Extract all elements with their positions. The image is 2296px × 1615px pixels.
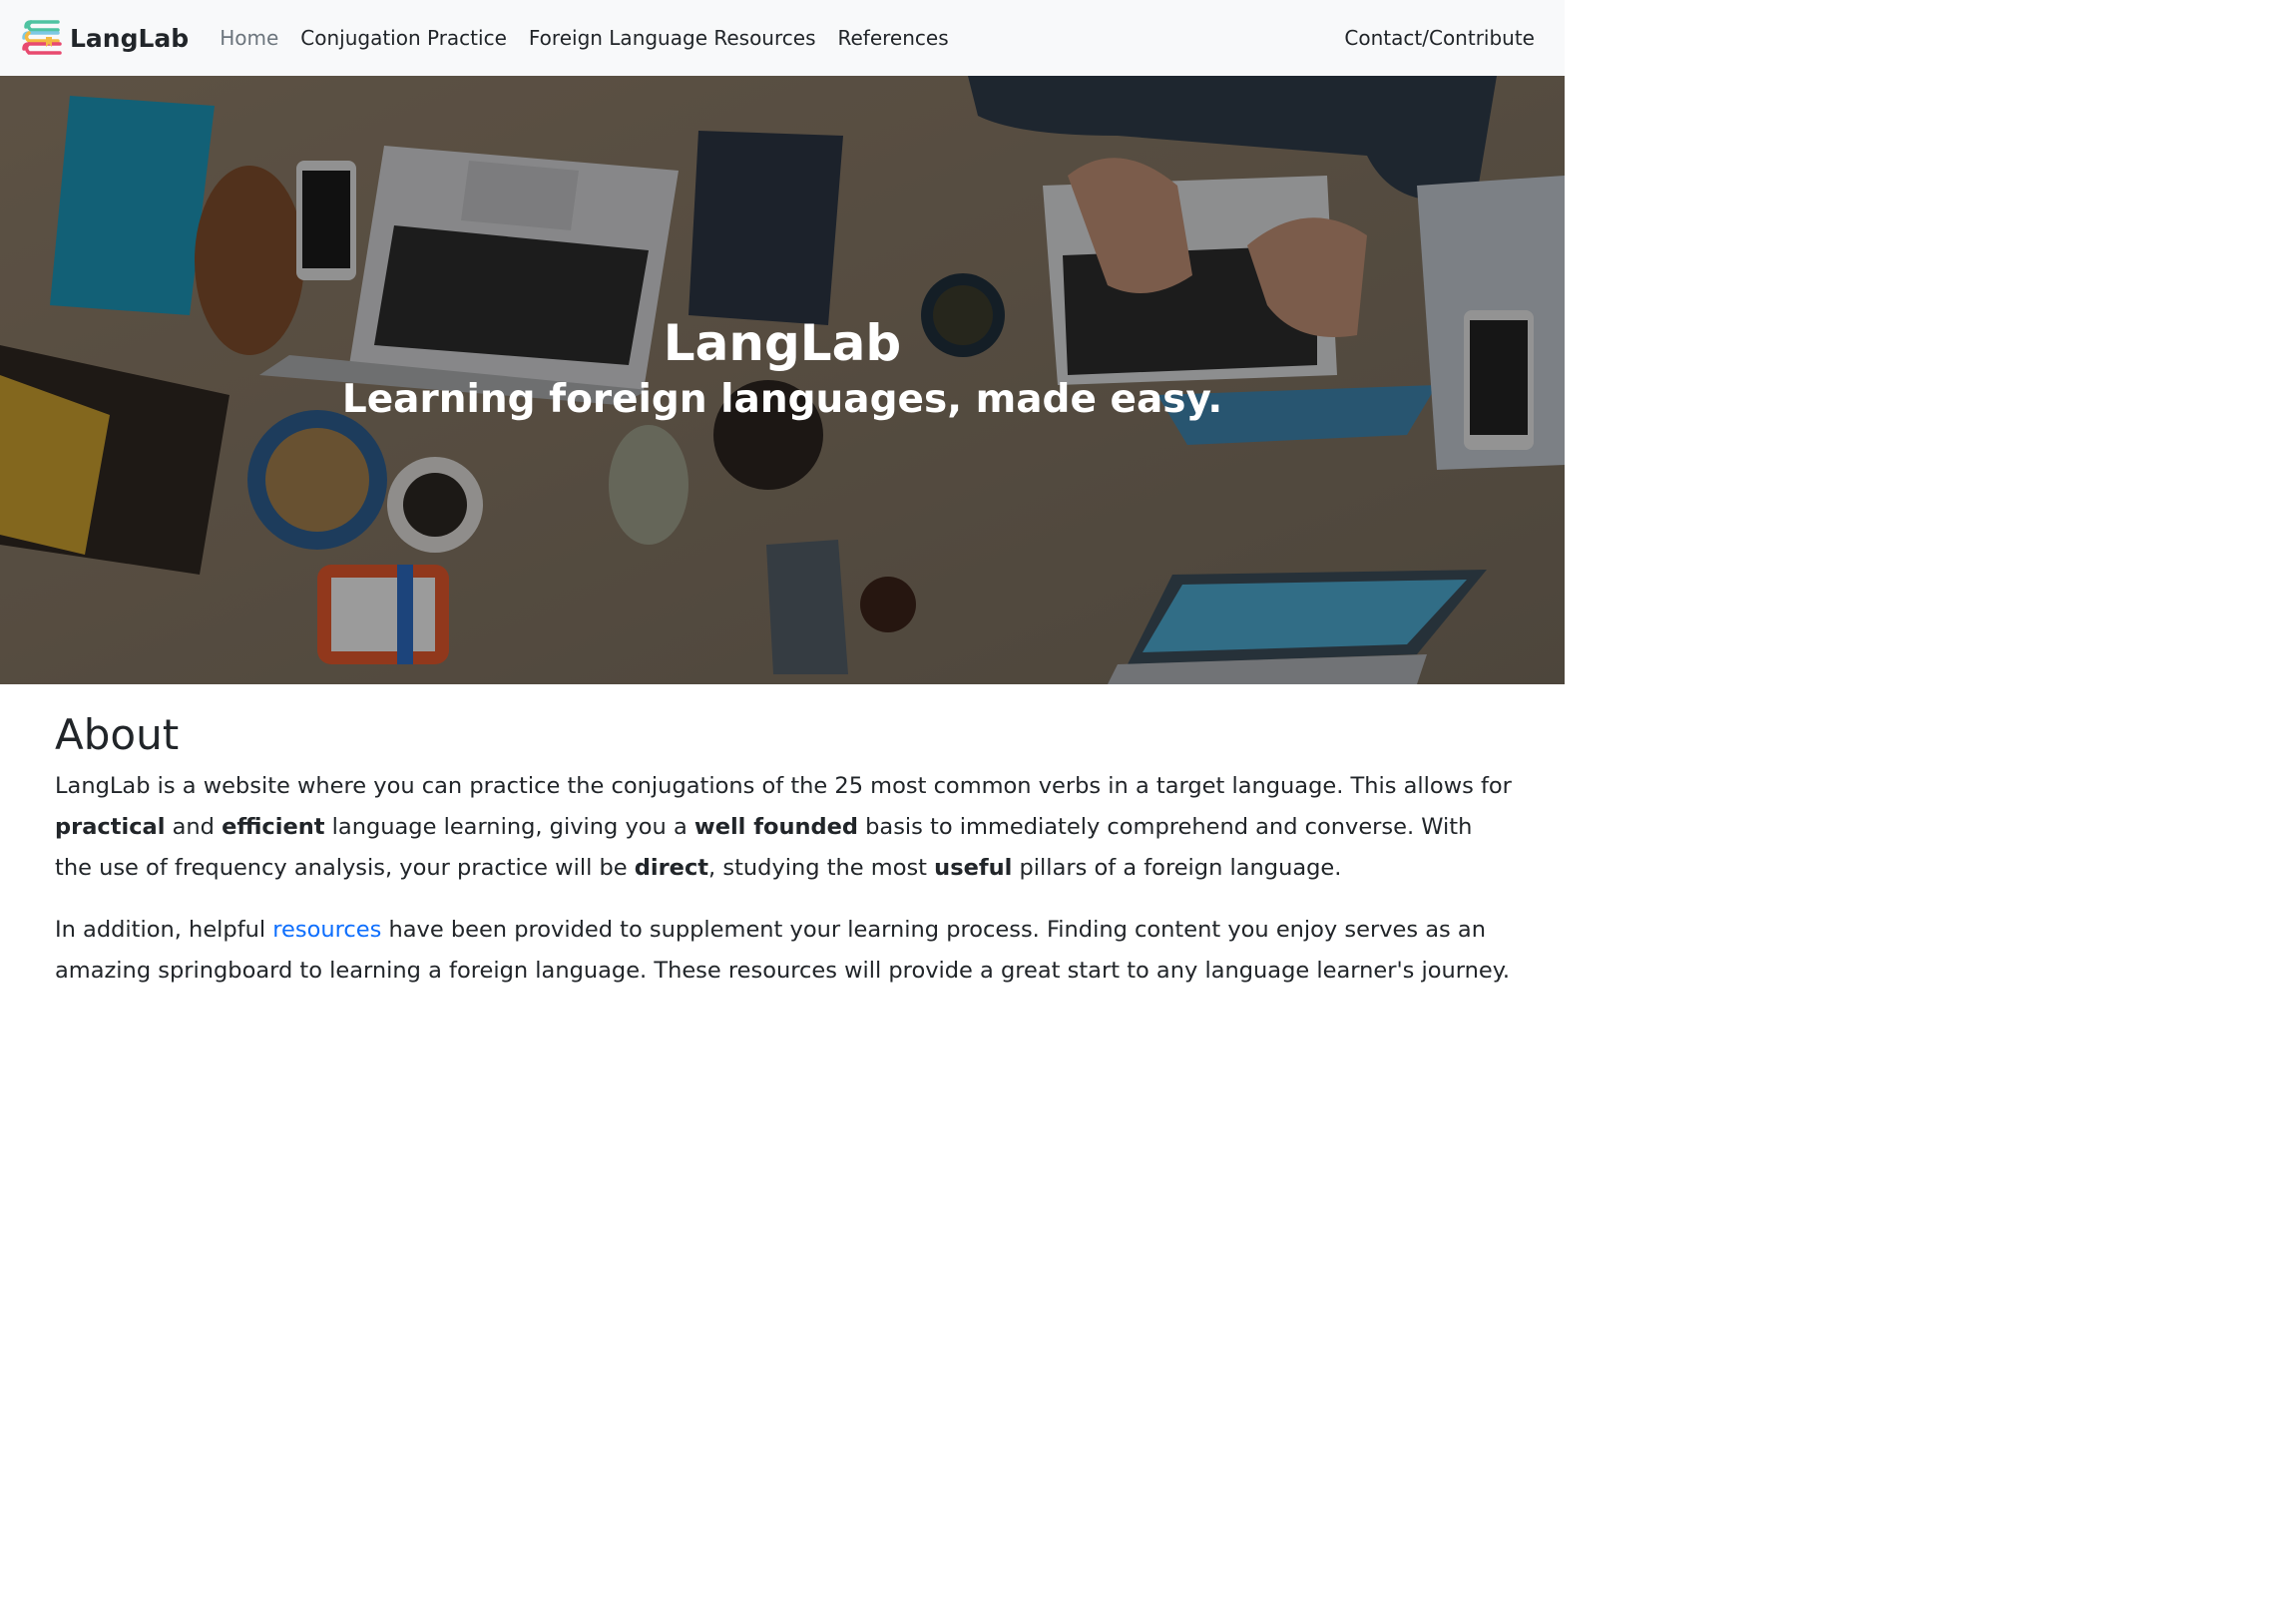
nav-link-foreign-language-resources[interactable]: Foreign Language Resources [518,26,827,50]
brand-link[interactable]: LangLab [20,17,189,59]
nav-link-home[interactable]: Home [209,26,289,50]
nav-links: Home Conjugation Practice Foreign Langua… [209,26,959,50]
about-text: language learning, giving you a [324,814,694,841]
emphasis-direct: direct [634,855,709,882]
about-heading: About [55,710,180,759]
emphasis-efficient: efficient [222,814,325,841]
hero-subtitle: Learning foreign languages, made easy. [341,377,1223,422]
hero-title: LangLab [663,314,902,372]
emphasis-well-founded: well founded [693,814,858,841]
about-text: In addition, helpful [55,917,273,944]
emphasis-useful: useful [934,855,1013,882]
about-text: , studying the most [708,855,935,882]
about-text: and [165,814,223,841]
navbar: LangLab Home Conjugation Practice Foreig… [0,0,1565,76]
about-text: LangLab is a website where you can pract… [55,773,1512,800]
emphasis-practical: practical [55,814,166,841]
nav-link-conjugation-practice[interactable]: Conjugation Practice [289,26,518,50]
nav-link-contact-contribute[interactable]: Contact/Contribute [1344,26,1535,50]
about-section: About LangLab is a website where you can… [55,710,1512,1012]
books-logo-icon [22,20,62,55]
resources-link[interactable]: resources [272,917,381,943]
about-paragraph-1: LangLab is a website where you can pract… [55,766,1512,889]
nav-link-references[interactable]: References [827,26,960,50]
hero-banner: LangLab Learning foreign languages, made… [0,76,1565,684]
hero-text: LangLab Learning foreign languages, made… [0,313,1565,424]
about-paragraph-2: In addition, helpful resources have been… [55,910,1512,992]
brand-name: LangLab [70,23,190,53]
about-text: pillars of a foreign language. [1012,855,1342,882]
